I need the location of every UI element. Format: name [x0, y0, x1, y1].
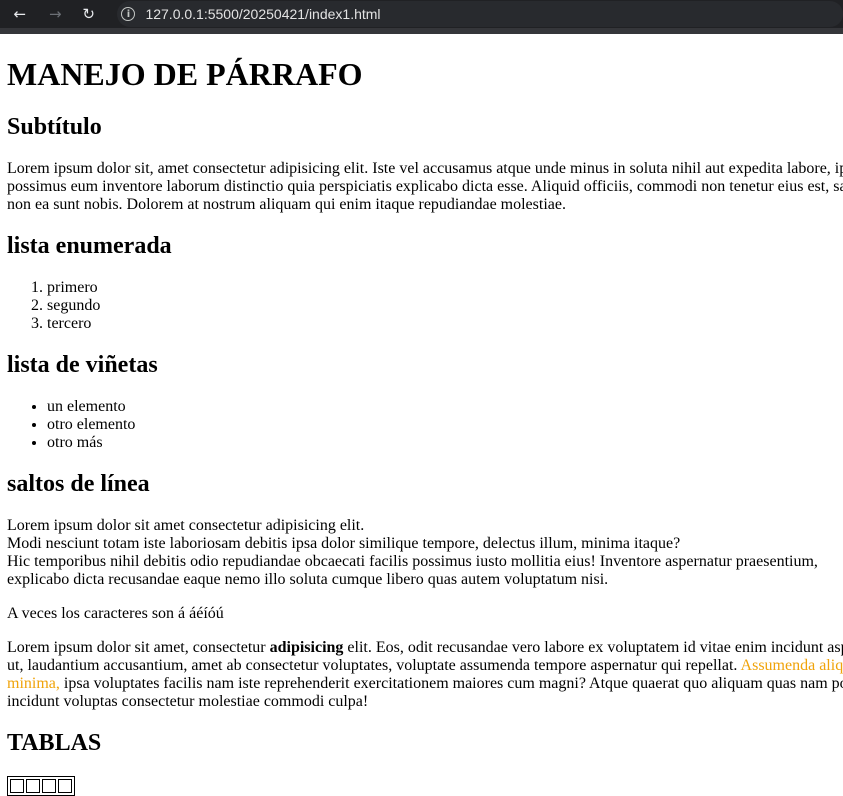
table-cell [58, 779, 72, 793]
list-item: tercero [47, 315, 843, 333]
list-item: otro elemento [47, 416, 843, 434]
address-bar[interactable]: i 127.0.0.1:5500/20250421/index1.html [117, 1, 843, 27]
bold-text: adipisicing [269, 639, 344, 656]
table-cell [42, 779, 56, 793]
highlighted-text: Assumenda aliq [740, 657, 843, 674]
subtitle-heading: Subtítulo [7, 114, 102, 140]
reload-icon[interactable]: ↻ [76, 1, 101, 27]
line-breaks-paragraph: Lorem ipsum dolor sit amet consectetur a… [7, 517, 843, 589]
url-text[interactable]: 127.0.0.1:5500/20250421/index1.html [145, 6, 380, 22]
data-table [7, 776, 75, 796]
ordered-list: primero segundo tercero [7, 279, 843, 333]
line-breaks-heading: saltos de línea [7, 471, 150, 497]
text-run: Lorem ipsum dolor sit amet, consectetur [7, 639, 270, 656]
forward-arrow-icon[interactable]: → [42, 1, 67, 27]
table-cell [10, 779, 24, 793]
list-item: otro más [47, 434, 843, 452]
bullet-list: un elemento otro elemento otro más [7, 398, 843, 452]
text-run: ipsa voluptates facilis nam iste reprehe… [59, 675, 843, 692]
text-line: non ea sunt nobis. Dolorem at nostrum al… [7, 196, 566, 213]
highlighted-text: minima, [7, 675, 60, 692]
bullet-list-heading: lista de viñetas [7, 352, 158, 378]
list-item: primero [47, 279, 843, 297]
text-line: Lorem ipsum dolor sit, amet consectetur … [7, 160, 843, 177]
text-line: Lorem ipsum dolor sit amet consectetur a… [7, 517, 365, 534]
text-run: elit. Eos, odit recusandae vero labore e… [343, 639, 843, 656]
formatted-paragraph: Lorem ipsum dolor sit amet, consectetur … [7, 639, 843, 711]
lorem-paragraph: Lorem ipsum dolor sit, amet consectetur … [7, 160, 843, 214]
text-run: incidunt voluptas consectetur molestiae … [7, 693, 369, 710]
site-info-icon[interactable]: i [121, 7, 136, 21]
table-row [10, 779, 72, 793]
browser-toolbar: ← → ↻ i 127.0.0.1:5500/20250421/index1.h… [0, 0, 843, 28]
text-line: explicabo dicta recusandae eaque nemo il… [7, 571, 609, 588]
special-characters-paragraph: A veces los caracteres son á áéíóú [7, 605, 224, 622]
list-item: segundo [47, 297, 843, 315]
back-arrow-icon[interactable]: ← [7, 1, 32, 27]
table-cell [26, 779, 40, 793]
text-line: Modi nesciunt totam iste laboriosam debi… [7, 535, 681, 552]
page-title: MANEJO DE PÁRRAFO [7, 56, 363, 92]
tables-heading: TABLAS [7, 730, 102, 756]
text-line: Hic temporibus nihil debitis odio repudi… [7, 553, 818, 570]
page-content: MANEJO DE PÁRRAFO Subtítulo Lorem ipsum … [7, 34, 843, 796]
text-run: ut, laudantium accusantium, amet ab cons… [7, 657, 741, 674]
list-item: un elemento [47, 398, 843, 416]
text-line: possimus eum inventore laborum distincti… [7, 178, 843, 195]
ordered-list-heading: lista enumerada [7, 233, 172, 259]
